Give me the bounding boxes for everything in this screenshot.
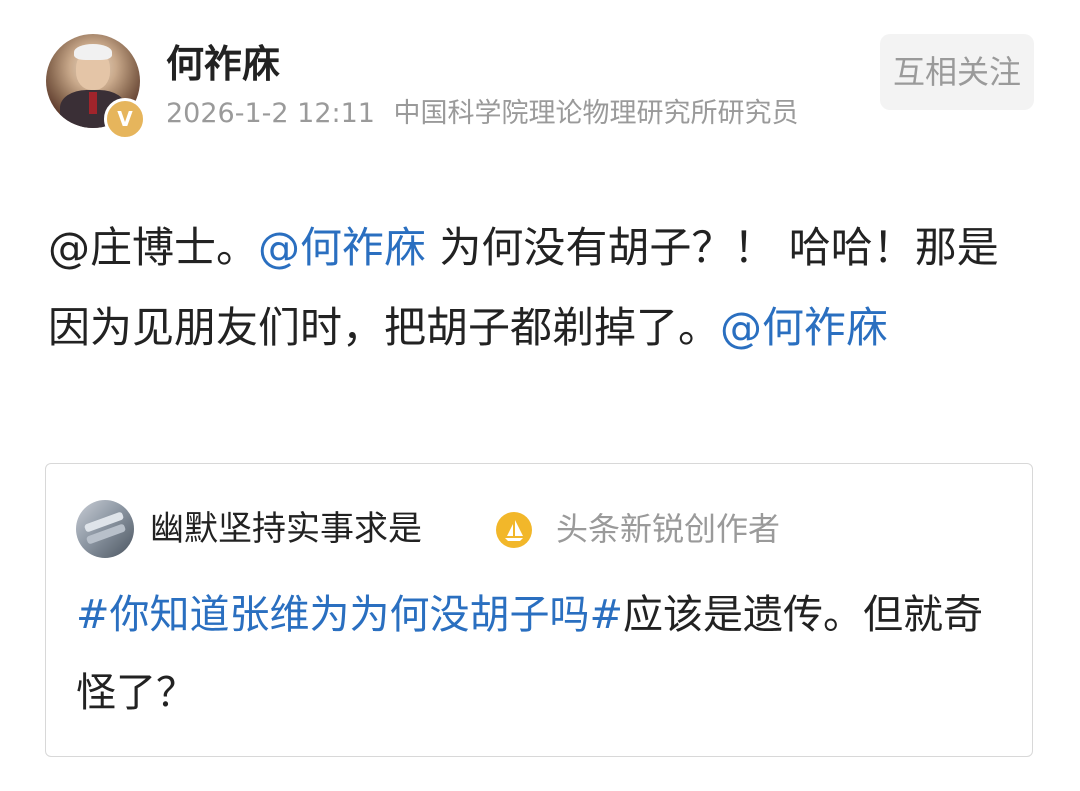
author-name[interactable]: 何祚庥: [166, 38, 280, 90]
creator-sail-icon: [496, 512, 532, 548]
mention-link[interactable]: @何祚庥: [258, 223, 426, 272]
post-meta: 2026-1-2 12:11 中国科学院理论物理研究所研究员: [166, 96, 799, 132]
quoted-post-text: #你知道张维为为何没胡子吗#应该是遗传。但就奇怪了？: [76, 576, 1006, 732]
quoted-author-name[interactable]: 幽默坚持实事求是: [150, 504, 422, 554]
quoted-author-avatar[interactable]: [76, 500, 134, 558]
avatar-hair-shape: [74, 44, 112, 60]
post-header: V 何祚庥 2026-1-2 12:11 中国科学院理论物理研究所研究员 互相关…: [0, 0, 1080, 150]
post-body: @庄博士。@何祚庥 为何没有胡子？！ 哈哈！那是因为见朋友们时，把胡子都剃掉了。…: [48, 208, 1038, 368]
verified-v-icon: V: [104, 98, 146, 140]
follow-button[interactable]: 互相关注: [880, 34, 1034, 110]
post-text-segment: @庄博士。: [48, 223, 259, 272]
post-timestamp: 2026-1-2 12:11: [166, 98, 375, 129]
author-title: 中国科学院理论物理研究所研究员: [393, 98, 799, 129]
hashtag-link[interactable]: #你知道张维为为何没胡子吗#: [76, 592, 623, 638]
avatar-tie-shape: [89, 92, 97, 114]
creator-badge-label: 头条新锐创作者: [556, 510, 781, 548]
creator-sail-icon-graphic: [505, 520, 523, 541]
quoted-post-card[interactable]: 幽默坚持实事求是 头条新锐创作者 #你知道张维为为何没胡子吗#应该是遗传。但就奇…: [45, 463, 1033, 757]
mention-link[interactable]: @何祚庥: [720, 303, 888, 352]
